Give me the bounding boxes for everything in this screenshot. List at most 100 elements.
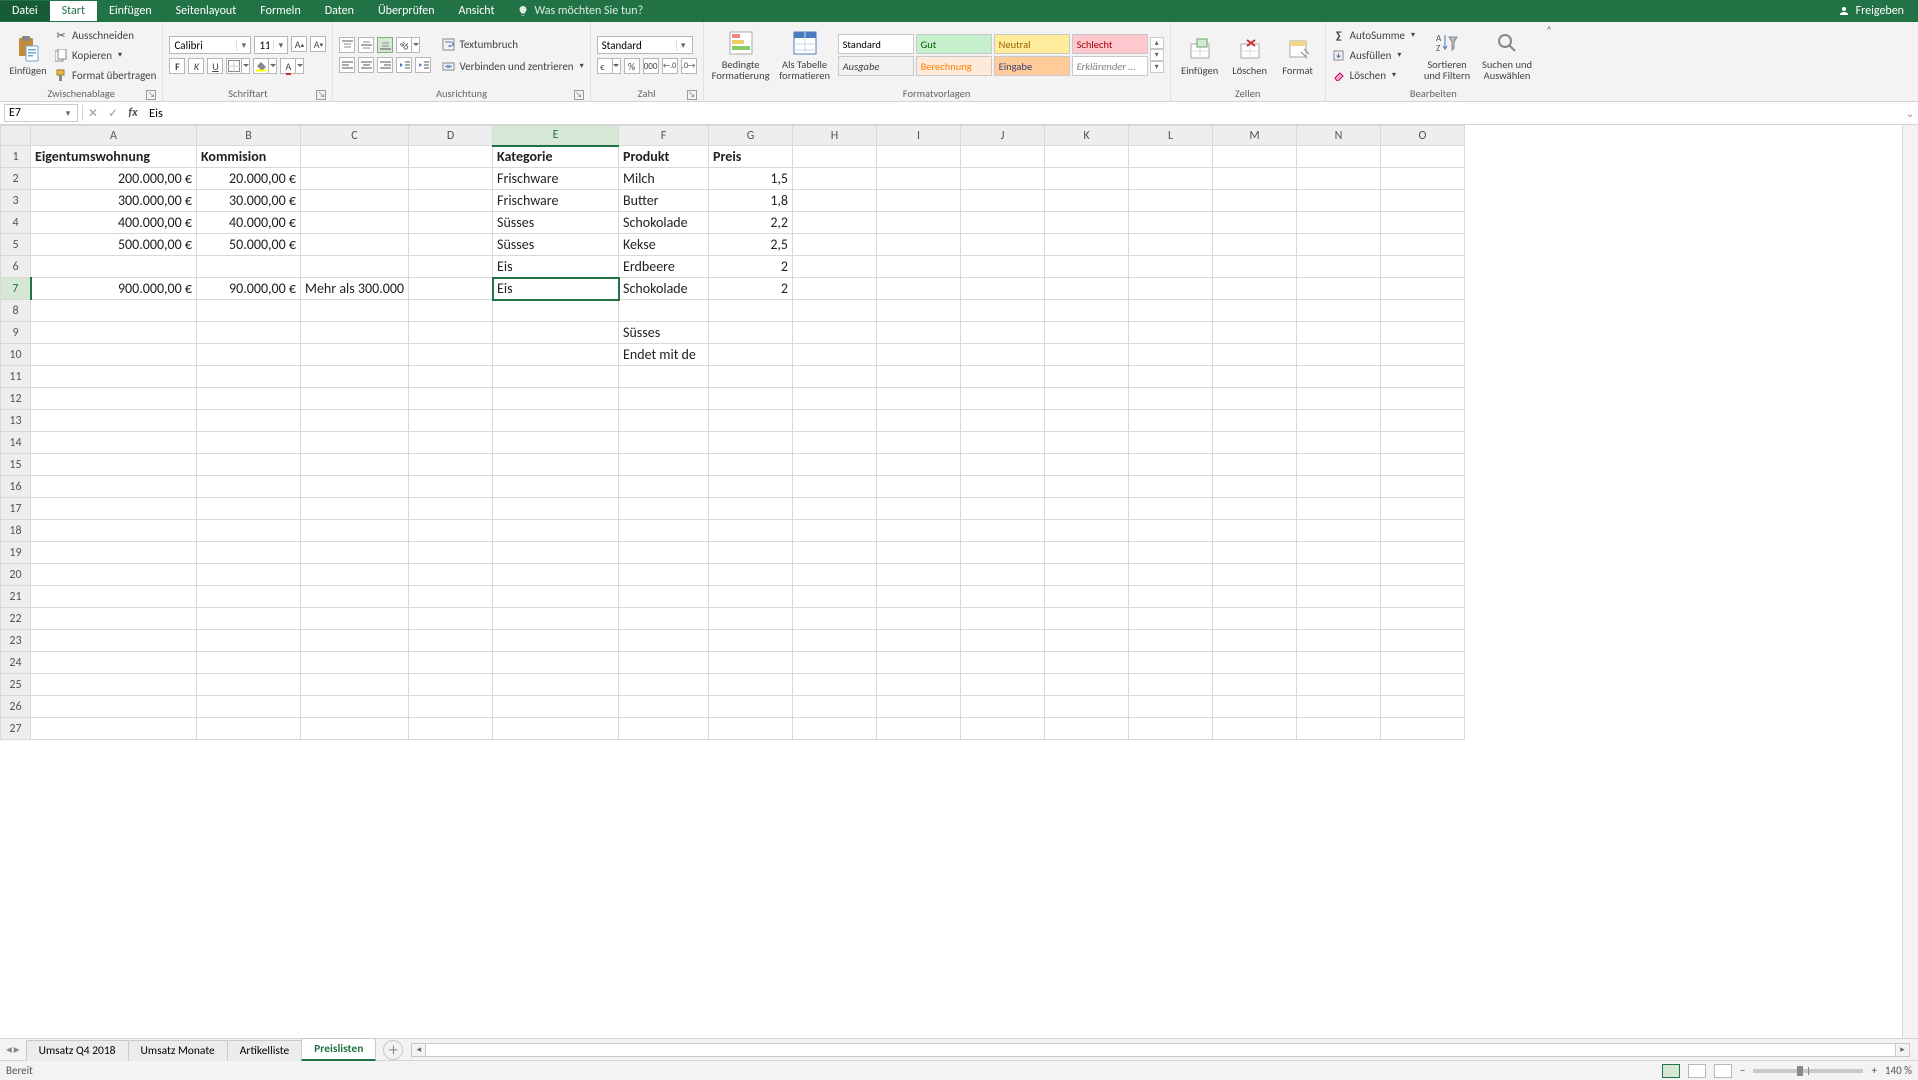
number-format-combo[interactable]: ▾ <box>597 36 693 54</box>
column-header-M[interactable]: M <box>1213 126 1297 146</box>
page-break-view-button[interactable] <box>1714 1064 1732 1078</box>
cell-H12[interactable] <box>793 388 877 410</box>
vertical-scrollbar[interactable] <box>1902 125 1918 1038</box>
align-left-button[interactable] <box>339 57 355 73</box>
cell-N6[interactable] <box>1297 256 1381 278</box>
cell-C21[interactable] <box>301 586 409 608</box>
cell-A23[interactable] <box>31 630 197 652</box>
cell-A11[interactable] <box>31 366 197 388</box>
cell-N19[interactable] <box>1297 542 1381 564</box>
cell-N16[interactable] <box>1297 476 1381 498</box>
cell-O25[interactable] <box>1381 674 1465 696</box>
cell-K20[interactable] <box>1045 564 1129 586</box>
formula-input[interactable] <box>143 106 1902 121</box>
cell-O24[interactable] <box>1381 652 1465 674</box>
cell-J5[interactable] <box>961 234 1045 256</box>
cell-B5[interactable]: 50.000,00 € <box>197 234 301 256</box>
cell-L9[interactable] <box>1129 322 1213 344</box>
cell-B17[interactable] <box>197 498 301 520</box>
row-header-6[interactable]: 6 <box>1 256 31 278</box>
cell-O7[interactable] <box>1381 278 1465 300</box>
cell-K18[interactable] <box>1045 520 1129 542</box>
cell-E1[interactable]: Kategorie <box>493 146 619 168</box>
cell-I9[interactable] <box>877 322 961 344</box>
cell-A18[interactable] <box>31 520 197 542</box>
row-header-3[interactable]: 3 <box>1 190 31 212</box>
cell-L18[interactable] <box>1129 520 1213 542</box>
cell-I10[interactable] <box>877 344 961 366</box>
cell-L10[interactable] <box>1129 344 1213 366</box>
cell-F21[interactable] <box>619 586 709 608</box>
cell-J27[interactable] <box>961 718 1045 740</box>
zoom-in-button[interactable]: + <box>1871 1064 1876 1077</box>
cell-A13[interactable] <box>31 410 197 432</box>
cell-I17[interactable] <box>877 498 961 520</box>
cell-K26[interactable] <box>1045 696 1129 718</box>
column-header-O[interactable]: O <box>1381 126 1465 146</box>
cell-O3[interactable] <box>1381 190 1465 212</box>
row-header-5[interactable]: 5 <box>1 234 31 256</box>
cell-A20[interactable] <box>31 564 197 586</box>
cell-H27[interactable] <box>793 718 877 740</box>
cell-K24[interactable] <box>1045 652 1129 674</box>
row-header-20[interactable]: 20 <box>1 564 31 586</box>
cell-O11[interactable] <box>1381 366 1465 388</box>
cell-E12[interactable] <box>493 388 619 410</box>
cell-K15[interactable] <box>1045 454 1129 476</box>
row-header-2[interactable]: 2 <box>1 168 31 190</box>
cell-H1[interactable] <box>793 146 877 168</box>
menu-tab-formeln[interactable]: Formeln <box>248 1 312 21</box>
percent-button[interactable]: % <box>624 58 640 74</box>
cell-O19[interactable] <box>1381 542 1465 564</box>
cell-C15[interactable] <box>301 454 409 476</box>
menu-tab-daten[interactable]: Daten <box>313 1 366 21</box>
cell-O15[interactable] <box>1381 454 1465 476</box>
column-header-B[interactable]: B <box>197 126 301 146</box>
row-header-19[interactable]: 19 <box>1 542 31 564</box>
cell-E3[interactable]: Frischware <box>493 190 619 212</box>
cell-J12[interactable] <box>961 388 1045 410</box>
cell-I1[interactable] <box>877 146 961 168</box>
cell-E24[interactable] <box>493 652 619 674</box>
tell-me-search[interactable]: Was möchten Sie tun? <box>517 4 644 18</box>
cell-A4[interactable]: 400.000,00 € <box>31 212 197 234</box>
cell-H9[interactable] <box>793 322 877 344</box>
cell-E13[interactable] <box>493 410 619 432</box>
cell-G27[interactable] <box>709 718 793 740</box>
cell-E17[interactable] <box>493 498 619 520</box>
cell-E25[interactable] <box>493 674 619 696</box>
cell-I3[interactable] <box>877 190 961 212</box>
column-header-N[interactable]: N <box>1297 126 1381 146</box>
cell-F22[interactable] <box>619 608 709 630</box>
zoom-out-button[interactable]: − <box>1740 1064 1745 1077</box>
cell-A16[interactable] <box>31 476 197 498</box>
find-select-button[interactable]: Suchen und Auswählen <box>1479 26 1535 84</box>
cell-I13[interactable] <box>877 410 961 432</box>
cell-style-standard[interactable]: Standard <box>838 34 914 54</box>
cell-B1[interactable]: Kommision <box>197 146 301 168</box>
column-header-C[interactable]: C <box>301 126 409 146</box>
cell-O21[interactable] <box>1381 586 1465 608</box>
cell-L6[interactable] <box>1129 256 1213 278</box>
cell-M26[interactable] <box>1213 696 1297 718</box>
cell-C18[interactable] <box>301 520 409 542</box>
cell-K12[interactable] <box>1045 388 1129 410</box>
align-center-button[interactable] <box>358 57 374 73</box>
cell-N17[interactable] <box>1297 498 1381 520</box>
cell-E27[interactable] <box>493 718 619 740</box>
cell-E19[interactable] <box>493 542 619 564</box>
cell-N15[interactable] <box>1297 454 1381 476</box>
cell-F8[interactable] <box>619 300 709 322</box>
align-right-button[interactable] <box>377 57 393 73</box>
cell-O2[interactable] <box>1381 168 1465 190</box>
cell-G17[interactable] <box>709 498 793 520</box>
cell-J11[interactable] <box>961 366 1045 388</box>
cell-C17[interactable] <box>301 498 409 520</box>
row-header-24[interactable]: 24 <box>1 652 31 674</box>
cell-J22[interactable] <box>961 608 1045 630</box>
cell-O1[interactable] <box>1381 146 1465 168</box>
cell-C13[interactable] <box>301 410 409 432</box>
cell-D27[interactable] <box>409 718 493 740</box>
cell-D12[interactable] <box>409 388 493 410</box>
cell-A12[interactable] <box>31 388 197 410</box>
